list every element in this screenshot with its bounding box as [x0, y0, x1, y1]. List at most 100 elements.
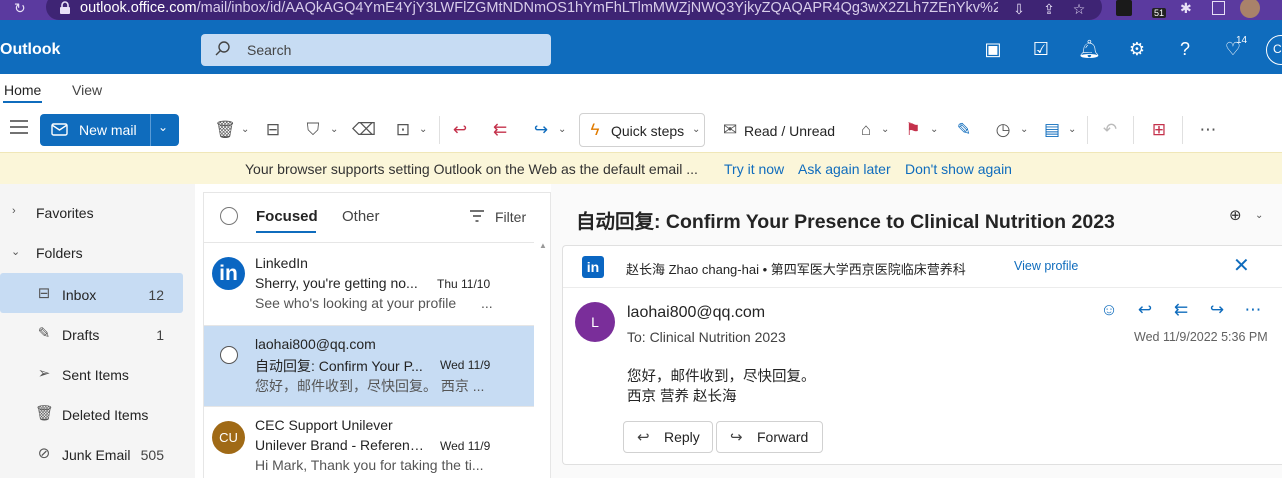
pin-icon[interactable]: ✎ [953, 119, 975, 141]
teams-icon[interactable]: ▣ [982, 38, 1004, 60]
read-unread-button[interactable]: Read / Unread [744, 123, 835, 139]
extension-icon[interactable]: 51 [1148, 0, 1168, 18]
report-icon[interactable]: ⛉ [302, 119, 324, 141]
reply-all-icon[interactable]: ⇇ [1171, 300, 1191, 320]
flag-dropdown-icon[interactable]: ⌄ [930, 120, 940, 140]
reply-icon[interactable]: ↩ [449, 119, 471, 141]
new-mail-dropdown-icon[interactable]: ⌄ [158, 120, 168, 134]
chevron-down-icon[interactable]: ⌄ [11, 245, 23, 258]
reply-icon[interactable]: ↩ [1135, 300, 1155, 320]
select-checkbox[interactable] [220, 346, 238, 364]
message-subject: 自动回复: Confirm Your P... [255, 358, 423, 374]
new-mail-label: New mail [79, 122, 137, 138]
bookmark-star-icon[interactable]: ☆ [1070, 1, 1088, 17]
sender-avatar[interactable]: L [575, 302, 615, 342]
delete-dropdown-icon[interactable]: ⌄ [241, 120, 251, 140]
linkedin-icon: in [582, 256, 604, 278]
focused-tab-indicator [256, 231, 316, 233]
sidebar-item-label: Deleted Items [62, 407, 149, 423]
report-dropdown-icon[interactable]: ⌄ [330, 120, 340, 140]
install-icon[interactable]: ⇩ [1010, 1, 1028, 17]
message-timestamp: Wed 11/9/2022 5:36 PM [1134, 330, 1268, 344]
app-brand[interactable]: Outlook [0, 41, 60, 59]
address-bar-url[interactable]: outlook.office.com/mail/inbox/id/AAQkAGQ… [80, 0, 998, 16]
message-title: 自动回复: Confirm Your Presence to Clinical … [576, 211, 1115, 233]
forward-dropdown-icon[interactable]: ⌄ [558, 120, 568, 140]
snooze-clock-icon[interactable]: ◷ [992, 119, 1014, 141]
zoom-dropdown-icon[interactable]: ⌄ [1255, 210, 1263, 221]
more-options-icon[interactable]: ⋯ [1197, 119, 1219, 141]
message-subject: Unilever Brand - Referenc... [255, 437, 425, 453]
move-dropdown-icon[interactable]: ⌄ [419, 120, 429, 140]
ribbon-separator-3 [1133, 116, 1134, 144]
inbox-count: 12 [148, 287, 164, 303]
forward-icon[interactable]: ↪ [1207, 300, 1227, 320]
message-date: Wed 11/9 [440, 439, 491, 453]
tag-icon[interactable]: ⌂ [855, 119, 877, 141]
lightning-icon: ϟ [590, 120, 600, 139]
tab-home[interactable]: Home [4, 82, 41, 98]
browser-toolbar-icons: ⇩ ⇪ ☆ [1010, 0, 1088, 18]
tag-dropdown-icon[interactable]: ⌄ [881, 120, 891, 140]
todo-icon[interactable]: ☑ [1030, 38, 1052, 60]
snooze-dropdown-icon[interactable]: ⌄ [1020, 120, 1030, 140]
folders-header[interactable]: Folders [36, 245, 83, 261]
filter-icon[interactable] [470, 210, 484, 222]
emoji-icon[interactable]: ☺ [1099, 300, 1119, 320]
extension-contacts-icon[interactable] [1116, 0, 1132, 16]
message-preview: See who's looking at your profile [255, 295, 457, 311]
more-actions-icon[interactable]: ⋯ [1243, 300, 1263, 320]
reply-all-icon[interactable]: ⇇ [489, 119, 511, 141]
view-profile-link[interactable]: View profile [1014, 259, 1078, 273]
rules-dropdown-icon[interactable]: ⌄ [1068, 120, 1078, 140]
sidepanel-icon[interactable] [1212, 1, 1225, 15]
search-icon [215, 41, 230, 56]
reload-icon[interactable]: ↻ [14, 0, 26, 16]
apps-icon[interactable]: ⊞ [1148, 119, 1170, 141]
message-date: Wed 11/9 [440, 358, 491, 372]
move-to-icon[interactable]: ⊡ [392, 119, 414, 141]
favorites-header[interactable]: Favorites [36, 205, 94, 221]
sweep-icon[interactable]: ⌫ [352, 119, 376, 141]
sidebar-item-label: Drafts [62, 327, 100, 343]
share-icon[interactable]: ⇪ [1040, 1, 1058, 17]
dont-show-again-link[interactable]: Don't show again [905, 161, 1012, 177]
menu-icon[interactable] [10, 120, 28, 134]
gear-icon[interactable]: ⚙ [1126, 38, 1148, 60]
junk-count: 505 [140, 447, 164, 463]
message-subject: Sherry, you're getting no... [255, 275, 418, 291]
tab-view[interactable]: View [72, 82, 102, 98]
search-placeholder: Search [247, 42, 292, 58]
select-all-checkbox[interactable] [220, 207, 238, 225]
delete-icon[interactable]: 🗑︎ [214, 119, 236, 141]
tab-focused[interactable]: Focused [256, 208, 318, 225]
mail-icon [51, 123, 68, 136]
message-preview: Hi Mark, Thank you for taking the ti... [255, 457, 484, 473]
sender-email[interactable]: laohai800@qq.com [627, 304, 765, 322]
url-host: outlook.office.com [80, 0, 197, 16]
message-date: Thu 11/10 [437, 277, 491, 291]
undo-icon[interactable]: ↶ [1099, 119, 1121, 141]
help-icon[interactable]: ? [1174, 38, 1196, 60]
ask-again-later-link[interactable]: Ask again later [798, 161, 891, 177]
scroll-up-arrow[interactable]: ▲ [539, 241, 547, 250]
quick-steps-dropdown-icon[interactable]: ⌄ [692, 120, 702, 140]
chevron-right-icon[interactable]: › [12, 205, 24, 217]
flag-icon[interactable]: ⚑ [902, 119, 924, 141]
tips-badge: 14 [1236, 35, 1248, 46]
zoom-icon[interactable]: ⊕ [1229, 206, 1249, 226]
tab-other[interactable]: Other [342, 208, 380, 225]
archive-icon[interactable]: ⊟ [262, 119, 284, 141]
close-icon[interactable]: ✕ [1233, 255, 1250, 277]
bell-icon[interactable]: 🔔︎ [1078, 38, 1101, 60]
quick-steps-label: Quick steps [611, 123, 685, 139]
tab-home-indicator [3, 101, 42, 103]
extension-badge: 51 [1152, 8, 1167, 18]
try-it-now-link[interactable]: Try it now [724, 161, 784, 177]
recipient-line: To: Clinical Nutrition 2023 [627, 329, 786, 345]
forward-icon[interactable]: ↪ [530, 119, 552, 141]
rules-icon[interactable]: ▤ [1041, 119, 1063, 141]
banner-divider [563, 287, 1282, 288]
filter-button[interactable]: Filter [495, 209, 526, 225]
puzzle-icon[interactable]: ✱ [1180, 0, 1192, 17]
